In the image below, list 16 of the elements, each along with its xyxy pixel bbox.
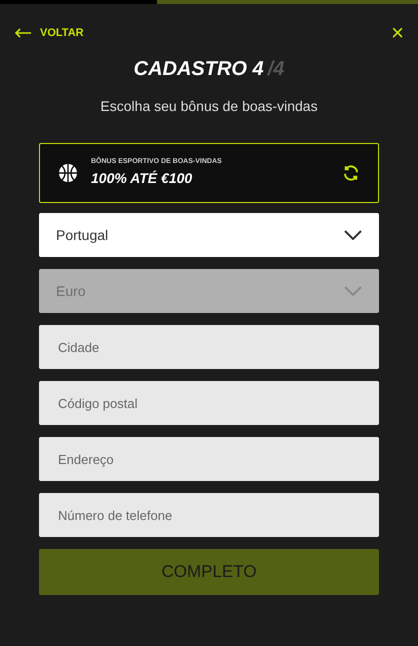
chevron-down-icon	[344, 230, 362, 240]
refresh-icon[interactable]	[342, 164, 360, 182]
step-title: CADASTRO 4	[134, 57, 264, 82]
back-link[interactable]: VOLTAR	[14, 24, 84, 42]
input-field[interactable]: Cidade	[39, 325, 379, 369]
bonus-offer: 100% ATÉ €100	[91, 168, 194, 188]
subtitle: Escolha seu bônus de boas-vindas	[99, 97, 319, 116]
select-field[interactable]: Portugal	[39, 213, 379, 257]
close-button[interactable]: ×	[391, 22, 404, 44]
input-field[interactable]: Número de telefone	[39, 493, 379, 537]
step-total: /4	[268, 57, 284, 82]
arrow-left-icon	[14, 28, 32, 38]
input-field[interactable]: Código postal	[39, 381, 379, 425]
input-field[interactable]: Endereço	[39, 437, 379, 481]
basketball-icon	[58, 163, 78, 183]
chevron-down-icon	[344, 286, 362, 296]
